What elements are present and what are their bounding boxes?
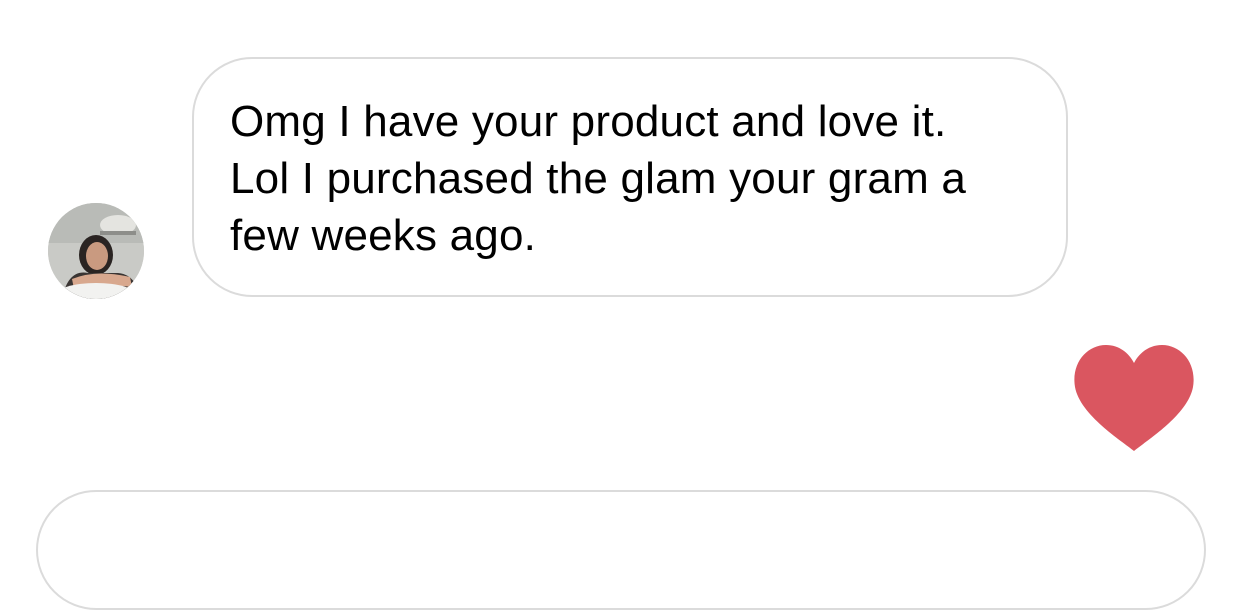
incoming-message-bubble[interactable]: Omg I have your product and love it. Lol… [192, 57, 1068, 297]
avatar-photo [48, 203, 144, 299]
message-composer-input[interactable] [36, 490, 1206, 610]
heart-reaction[interactable] [1072, 343, 1196, 453]
message-text: Omg I have your product and love it. Lol… [230, 97, 967, 260]
sender-avatar[interactable] [48, 203, 144, 299]
heart-icon [1074, 345, 1194, 451]
message-thread: Omg I have your product and love it. Lol… [0, 0, 1242, 610]
